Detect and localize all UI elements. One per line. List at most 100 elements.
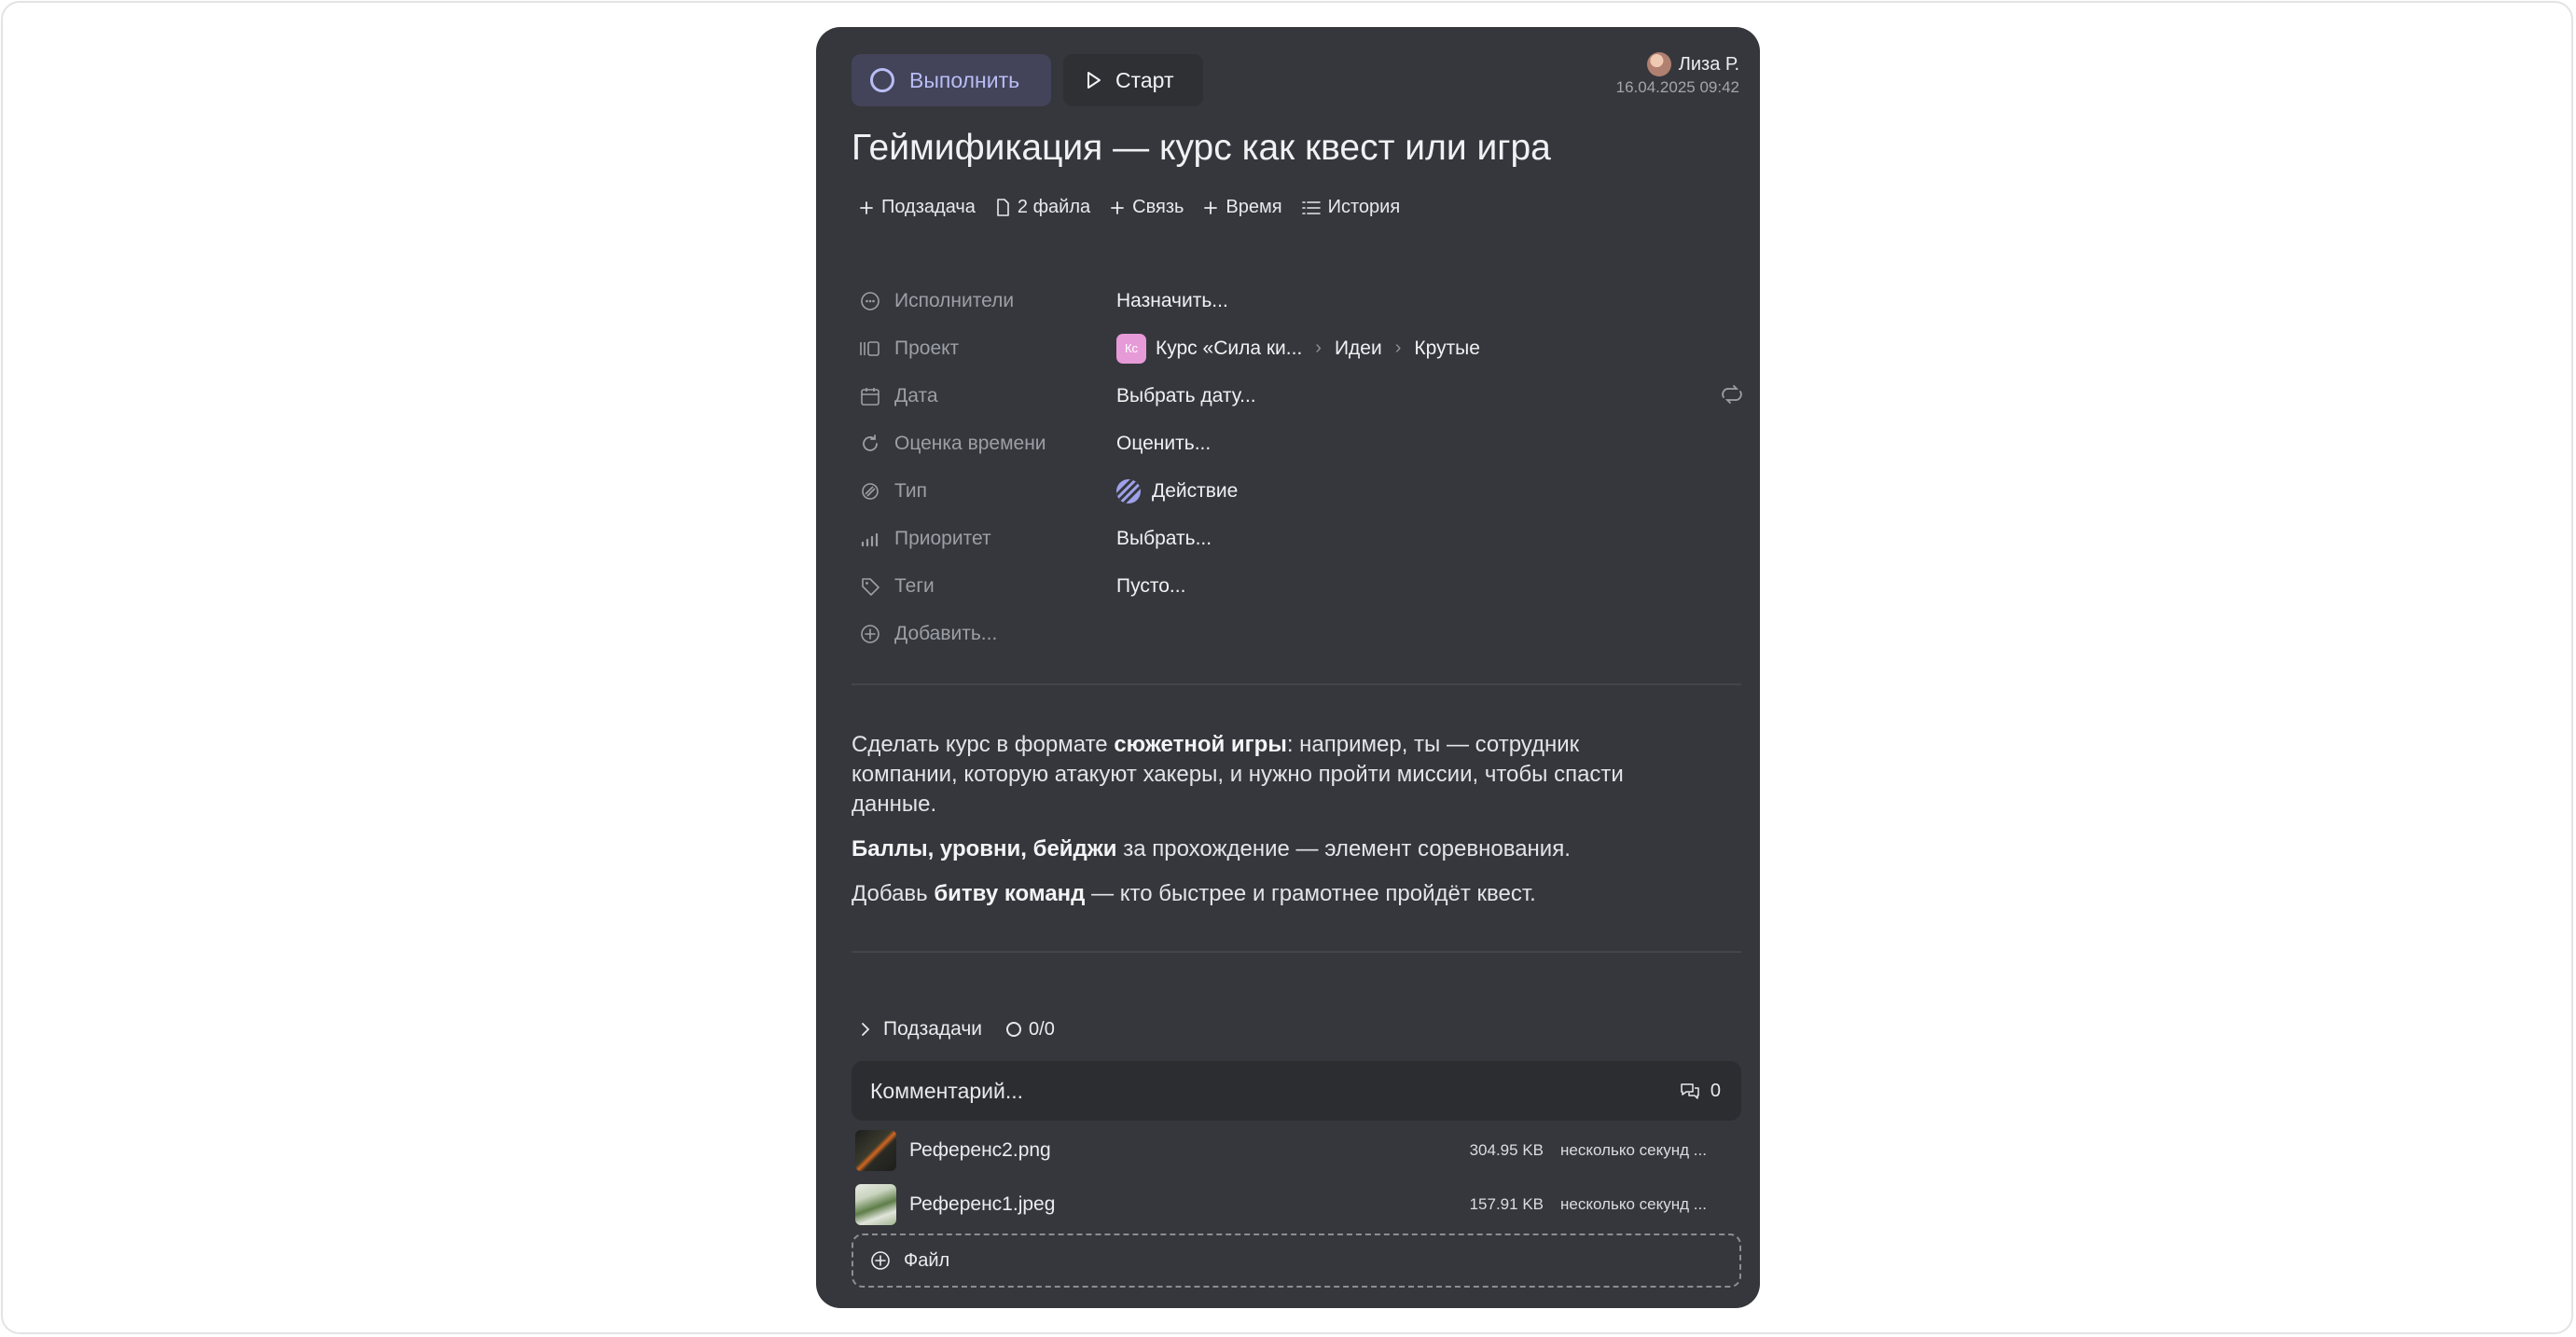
file-icon (997, 198, 1009, 216)
subtasks-toggle[interactable]: Подзадачи 0/0 (859, 1018, 1055, 1041)
list-icon (1301, 200, 1321, 214)
tag-icon (859, 575, 881, 598)
comment-input[interactable]: Комментарий... (870, 1079, 1023, 1104)
date-select[interactable]: Выбрать дату... (1116, 385, 1256, 407)
divider (852, 951, 1741, 953)
comment-field[interactable]: Комментарий... 0 (852, 1061, 1741, 1121)
file-list: Референс2.png 304.95 KB несколько секунд… (855, 1123, 1738, 1232)
prop-label: Исполнители (894, 289, 1015, 311)
prop-add-field[interactable]: Добавить... (852, 610, 1747, 657)
complete-button[interactable]: Выполнить (852, 54, 1051, 106)
prop-type[interactable]: Тип Действие (852, 467, 1747, 515)
avatar (1646, 52, 1671, 76)
task-title[interactable]: Геймификация — курс как квест или игра (852, 128, 1551, 169)
desc-text: Добавь (852, 881, 935, 906)
file-row[interactable]: Референс1.jpeg 157.91 KB несколько секун… (855, 1178, 1738, 1232)
history-button[interactable]: История (1301, 197, 1401, 218)
prop-label: Тип (894, 479, 928, 502)
action-type-icon (1116, 478, 1141, 503)
task-card: Выполнить Старт Лиза Р. 16.04.2025 09:42… (816, 27, 1760, 1308)
add-time-button[interactable]: Время (1203, 197, 1282, 218)
add-circle-icon (859, 623, 881, 645)
action-label: Время (1226, 197, 1282, 217)
type-outline-icon (859, 480, 881, 503)
file-size: 304.95 KB (1469, 1141, 1544, 1159)
priority-select[interactable]: Выбрать... (1116, 528, 1212, 550)
users-icon (859, 290, 881, 312)
prop-priority[interactable]: Приоритет Выбрать... (852, 515, 1747, 562)
complete-label: Выполнить (909, 67, 1020, 92)
file-time: несколько секунд ... (1560, 1141, 1707, 1159)
subtasks-count-value: 0/0 (1029, 1018, 1055, 1040)
prop-project[interactable]: Проект Кс Курс «Сила ки... › Идеи › Крут… (852, 324, 1747, 372)
add-subtask-button[interactable]: Подзадача (859, 197, 976, 218)
action-label: Подзадача (881, 197, 976, 217)
author[interactable]: Лиза Р. (1646, 52, 1739, 76)
project-icon (859, 338, 881, 360)
project-name[interactable]: Курс «Сила ки... (1156, 338, 1302, 360)
chevron-right-icon: › (1315, 338, 1322, 358)
desc-text: за прохождение — элемент соревнования. (1116, 836, 1571, 861)
desc-bold: битву команд (934, 881, 1086, 906)
comments-count[interactable]: 0 (1679, 1081, 1721, 1102)
refresh-icon (859, 433, 881, 455)
desc-bold: сюжетной игры (1114, 732, 1287, 757)
chevron-right-icon: › (1394, 338, 1402, 358)
file-thumbnail (855, 1184, 896, 1225)
desc-text: Сделать курс в формате (852, 732, 1115, 757)
circle-icon (1006, 1022, 1022, 1037)
add-file-label: Файл (904, 1249, 950, 1271)
prop-label: Дата (894, 384, 938, 407)
plus-icon (1204, 200, 1218, 214)
plus-icon (860, 200, 873, 214)
prop-label: Оценка времени (894, 432, 1046, 454)
project-crumb-ideas[interactable]: Идеи (1335, 338, 1382, 360)
file-row[interactable]: Референс2.png 304.95 KB несколько секунд… (855, 1123, 1738, 1178)
type-select[interactable]: Действие (1116, 478, 1239, 503)
add-file-button[interactable]: Файл (852, 1234, 1741, 1288)
repeat-icon[interactable] (1719, 384, 1745, 409)
action-label: Связь (1132, 197, 1184, 217)
action-label: 2 файла (1017, 197, 1091, 217)
prop-tags[interactable]: Теги Пусто... (852, 562, 1747, 610)
prop-label: Теги (894, 574, 935, 597)
add-field-label: Добавить... (894, 622, 998, 644)
add-link-button[interactable]: Связь (1110, 197, 1184, 218)
tags-select[interactable]: Пусто... (1116, 575, 1185, 598)
plus-icon (1111, 200, 1125, 214)
files-button[interactable]: 2 файла (995, 197, 1090, 218)
project-crumb-cool[interactable]: Крутые (1414, 338, 1480, 360)
comments-count-value: 0 (1710, 1080, 1721, 1101)
start-button[interactable]: Старт (1063, 54, 1203, 106)
prop-estimate[interactable]: Оценка времени Оценить... (852, 420, 1747, 467)
add-circle-icon (871, 1251, 890, 1270)
desc-bold: Баллы, уровни, бейджи (852, 836, 1117, 861)
prop-assignees[interactable]: Исполнители Назначить... (852, 277, 1747, 324)
prop-date[interactable]: Дата Выбрать дату... (852, 372, 1747, 420)
file-time: несколько секунд ... (1560, 1195, 1707, 1213)
task-description[interactable]: Сделать курс в формате сюжетной игры: на… (852, 730, 1691, 924)
calendar-icon (859, 385, 881, 407)
author-name: Лиза Р. (1678, 53, 1739, 75)
chevron-right-icon (862, 1023, 870, 1036)
file-name[interactable]: Референс1.jpeg (909, 1193, 1413, 1216)
estimate-select[interactable]: Оценить... (1116, 433, 1211, 455)
description-paragraph: Баллы, уровни, бейджи за прохождение — э… (852, 834, 1691, 864)
action-bar: Подзадача 2 файла Связь Время История (859, 197, 1420, 218)
description-paragraph: Сделать курс в формате сюжетной игры: на… (852, 730, 1691, 820)
comments-icon (1681, 1083, 1699, 1099)
project-badge: Кс (1116, 333, 1146, 364)
subtasks-count: 0/0 (1006, 1019, 1055, 1041)
desc-text: — кто быстрее и грамотнее пройдёт квест. (1085, 881, 1536, 906)
timestamp: 16.04.2025 09:42 (1615, 78, 1739, 96)
type-value: Действие (1152, 479, 1239, 502)
action-label: История (1327, 197, 1401, 217)
project-breadcrumb: Кс Курс «Сила ки... › Идеи › Крутые (1116, 333, 1480, 364)
assignee-select[interactable]: Назначить... (1116, 290, 1228, 312)
circle-icon (870, 68, 894, 92)
description-paragraph: Добавь битву команд — кто быстрее и грам… (852, 879, 1691, 909)
file-thumbnail (855, 1130, 896, 1171)
prop-label: Приоритет (894, 527, 991, 549)
file-name[interactable]: Референс2.png (909, 1139, 1413, 1162)
divider (852, 683, 1741, 685)
